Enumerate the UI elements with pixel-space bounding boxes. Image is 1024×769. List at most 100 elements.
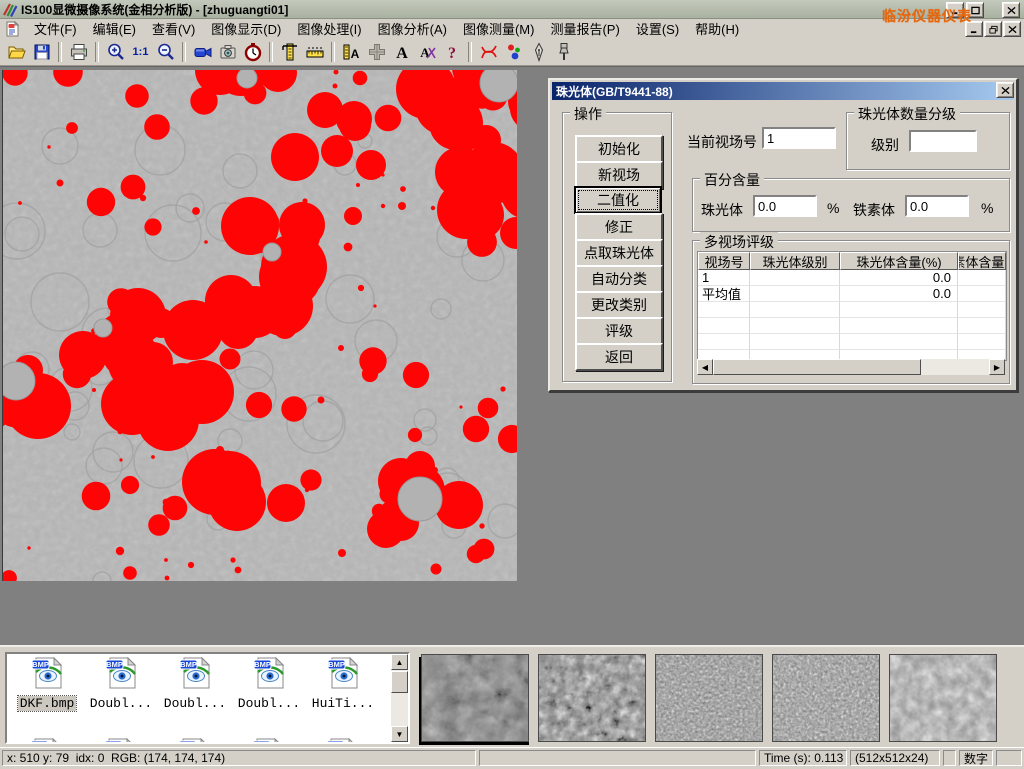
child-restore-button[interactable] (984, 21, 1002, 37)
file-name[interactable]: DKF.bmp (18, 696, 77, 711)
grade-level-label: 级别 (871, 135, 899, 155)
open-file-button[interactable] (4, 40, 29, 64)
scroll-left-arrow[interactable]: ◀ (697, 359, 713, 375)
ferrite-percent-input[interactable] (905, 195, 969, 217)
file-name[interactable]: HuiTi... (310, 696, 376, 711)
file-item[interactable]: BMPHuiTi... (307, 657, 379, 712)
print-button[interactable] (66, 40, 91, 64)
actual-size-icon: 1:1 (133, 46, 149, 58)
menu-item-7[interactable]: 测量报告(P) (542, 18, 627, 39)
menu-item-4[interactable]: 图像处理(I) (289, 18, 369, 39)
brush-button[interactable] (551, 40, 576, 64)
document-icon[interactable] (4, 21, 22, 37)
curve-measure-button[interactable] (476, 40, 501, 64)
table-header[interactable]: 珠光体级别 (750, 252, 840, 270)
menu-item-1[interactable]: 编辑(E) (85, 18, 144, 39)
ferrite-unit: % (981, 200, 993, 216)
op-button-1[interactable]: 新视场 (575, 161, 663, 189)
table-cell (750, 270, 840, 286)
pearlite-percent-input[interactable] (753, 195, 817, 217)
video-camera-button[interactable] (190, 40, 215, 64)
file-name[interactable]: Doubl... (88, 696, 154, 711)
file-item[interactable]: BMPDoubl... (233, 657, 305, 712)
minimize-button[interactable] (946, 2, 964, 18)
annotate-button[interactable]: A (414, 40, 439, 64)
ruler-button[interactable] (302, 40, 327, 64)
particle-button[interactable] (501, 40, 526, 64)
table-row[interactable] (698, 334, 1006, 350)
table-header-row: 视场号珠光体级别珠光体含量(%)铁素体含量(%) (698, 252, 1006, 270)
menu-item-0[interactable]: 文件(F) (26, 18, 85, 39)
capture-button[interactable] (215, 40, 240, 64)
svg-text:BMP: BMP (31, 741, 48, 744)
op-button-8[interactable]: 返回 (575, 343, 663, 371)
scroll-thumb[interactable] (713, 359, 921, 375)
grid-button[interactable] (364, 40, 389, 64)
menu-item-5[interactable]: 图像分析(A) (370, 18, 455, 39)
scroll-down-arrow[interactable]: ▼ (391, 726, 408, 742)
file-item[interactable]: BMP Doubl... (159, 657, 231, 712)
table-row[interactable] (698, 302, 1006, 318)
svg-text:BMP: BMP (180, 660, 197, 669)
grade-group-label: 珠光体数量分级 (854, 104, 960, 124)
file-item[interactable]: BMPDKF.bmp (11, 657, 83, 712)
help-button[interactable]: ? (439, 40, 464, 64)
toolbar-separator (468, 42, 472, 62)
file-list-scrollbar[interactable]: ▲ ▼ (391, 654, 408, 742)
table-hscrollbar[interactable]: ◀ ▶ (697, 359, 1005, 375)
status-bar: x: 510 y: 79 idx: 0 RGB: (174, 174, 174)… (0, 747, 1024, 769)
bmp-file-icon: BMP (29, 738, 63, 744)
menu-item-9[interactable]: 帮助(H) (687, 18, 747, 39)
maximize-button[interactable] (966, 2, 984, 18)
zoom-in-button[interactable] (103, 40, 128, 64)
current-field-input[interactable] (762, 127, 836, 149)
menu-item-8[interactable]: 设置(S) (628, 18, 687, 39)
table-row[interactable]: 平均值0.0 (698, 286, 1006, 302)
preview-thumbnail[interactable] (538, 654, 646, 742)
micrograph-image[interactable] (2, 70, 517, 581)
actual-size-button[interactable]: 1:1 (128, 40, 153, 64)
text-button[interactable]: A (389, 40, 414, 64)
zoom-out-button[interactable] (153, 40, 178, 64)
op-button-3[interactable]: 修正 (575, 213, 663, 241)
table-header[interactable]: 铁素体含量(%) (958, 252, 1006, 270)
table-row[interactable] (698, 318, 1006, 334)
preview-thumbnail[interactable] (655, 654, 763, 742)
preview-thumbnail[interactable] (772, 654, 880, 742)
caliper-button[interactable] (277, 40, 302, 64)
timer-button[interactable] (240, 40, 265, 64)
scroll-up-arrow[interactable]: ▲ (391, 654, 408, 670)
file-name[interactable]: Doubl... (236, 696, 302, 711)
menu-item-6[interactable]: 图像测量(M) (455, 18, 543, 39)
op-button-5[interactable]: 自动分类 (575, 265, 663, 293)
dialog-close-button[interactable] (996, 82, 1014, 98)
child-close-button[interactable] (1003, 21, 1021, 37)
table-header[interactable]: 视场号 (698, 252, 750, 270)
empty-status-panel (943, 750, 956, 766)
file-item[interactable]: BMPDoubl... (85, 657, 157, 712)
save-button[interactable] (29, 40, 54, 64)
close-button[interactable] (1002, 2, 1020, 18)
table-header[interactable]: 珠光体含量(%) (840, 252, 958, 270)
bmp-file-icon: BMP (325, 738, 359, 744)
op-button-2[interactable]: 二值化 (575, 187, 661, 213)
preview-thumbnail[interactable] (889, 654, 997, 742)
preview-thumbnail[interactable] (421, 654, 529, 742)
menu-item-2[interactable]: 查看(V) (144, 18, 203, 39)
op-button-7[interactable]: 评级 (575, 317, 663, 345)
scroll-right-arrow[interactable]: ▶ (989, 359, 1005, 375)
grade-level-input[interactable] (909, 130, 977, 152)
pen-button[interactable] (526, 40, 551, 64)
child-minimize-button[interactable] (965, 21, 983, 37)
operation-group-label: 操作 (570, 104, 606, 124)
op-button-6[interactable]: 更改类别 (575, 291, 663, 319)
op-button-4[interactable]: 点取珠光体 (575, 239, 663, 267)
table-cell (750, 318, 840, 334)
scroll-thumb[interactable] (391, 671, 408, 693)
menu-item-3[interactable]: 图像显示(D) (203, 18, 289, 39)
table-row[interactable]: 10.0 (698, 270, 1006, 286)
file-name[interactable]: Doubl... (162, 696, 228, 711)
op-button-0[interactable]: 初始化 (575, 135, 663, 163)
dialog-title-bar[interactable]: 珠光体(GB/T9441-88) (552, 82, 1014, 100)
measure-text-button[interactable]: A (339, 40, 364, 64)
